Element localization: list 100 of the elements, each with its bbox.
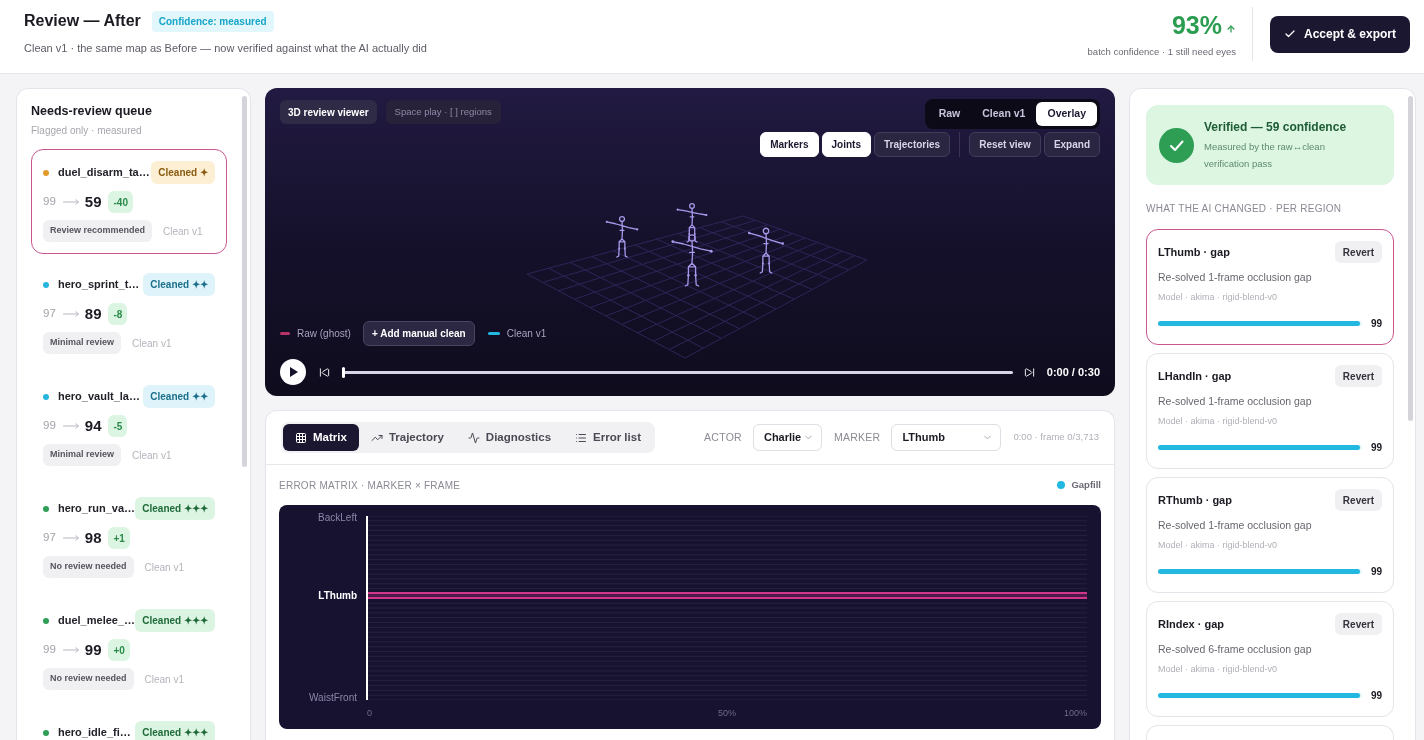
score-before: 99 xyxy=(43,642,56,658)
shortcut-hint: Space play · [ ] regions xyxy=(385,100,501,124)
queue-item[interactable]: duel_disarm_ta… Cleaned ✦ 99 59 -40 Review recommended Clean v1 xyxy=(31,149,227,254)
marker-select[interactable]: LThumb xyxy=(891,424,1002,451)
view-mode-tab[interactable]: Clean v1 xyxy=(971,102,1037,126)
confidence-score: 93% xyxy=(1171,10,1222,40)
take-name: hero_idle_fi… xyxy=(58,725,131,740)
change-description: Re-solved 1-frame occlusion gap xyxy=(1158,270,1313,285)
version-label: Clean v1 xyxy=(132,336,172,351)
take-name: hero_vault_la… xyxy=(58,389,140,405)
score-after: 99 xyxy=(84,639,102,660)
skeleton-figure xyxy=(671,234,713,287)
cleaned-badge: Cleaned ✦✦ xyxy=(143,273,215,296)
x-tick-label: 100% xyxy=(1063,707,1087,719)
model-info: Model · akima · rigid-blend-v0 xyxy=(1158,539,1279,552)
x-tick-label: 50% xyxy=(718,707,736,719)
score-delta: +1 xyxy=(108,527,130,549)
revert-button[interactable]: Revert xyxy=(1334,365,1382,387)
review-tag: Minimal review xyxy=(43,444,122,466)
verified-title: Verified — 59 confidence xyxy=(1204,118,1348,135)
play-icon xyxy=(290,367,298,377)
score-after: 89 xyxy=(84,303,102,324)
confidence-caption: batch confidence · 1 still need eyes xyxy=(1087,45,1236,58)
view-mode-tab[interactable]: Raw xyxy=(927,102,972,126)
frame-readout: 0:00 · frame 0/3,713 xyxy=(1013,430,1099,445)
legend-label: Raw (ghost) xyxy=(297,327,351,341)
add-manual-clean-button[interactable]: + Add manual clean xyxy=(362,321,475,346)
score-after: 59 xyxy=(84,191,102,212)
score-before: 99 xyxy=(43,418,56,434)
score-before: 97 xyxy=(43,306,56,322)
analysis-tab[interactable]: Trajectory xyxy=(358,424,456,451)
skip-forward-icon[interactable] xyxy=(1023,366,1035,378)
score-after: 94 xyxy=(84,415,102,436)
change-title: RThumb · gap xyxy=(1158,492,1232,508)
arrow-right-icon xyxy=(62,423,79,429)
score-after: 98 xyxy=(84,527,102,548)
confidence-value: 99 xyxy=(1370,688,1382,703)
take-name: duel_melee_… xyxy=(58,613,136,629)
revert-button[interactable]: Revert xyxy=(1334,489,1382,511)
confidence-value: 99 xyxy=(1370,316,1382,331)
cleaned-badge: Cleaned ✦✦ xyxy=(143,385,215,408)
timeline-thumb[interactable] xyxy=(342,366,345,378)
scrollbar-thumb[interactable] xyxy=(242,96,247,467)
arrow-up-icon xyxy=(1225,23,1236,34)
review-tag: No review needed xyxy=(43,556,134,578)
change-card[interactable]: LThumb · gap Revert Re-solved 1-frame occlusion gap Model · akima · rigid-blend-v0 99 xyxy=(1146,229,1394,345)
score-delta: +0 xyxy=(108,639,130,661)
confidence-badge: Confidence: measured xyxy=(151,10,274,32)
change-card[interactable]: LHandIn · gap Revert Re-solved 1-frame occlusion gap Model · akima · rigid-blend-v0 99 xyxy=(1146,353,1394,469)
take-name: hero_sprint_t… xyxy=(58,277,140,293)
row-label: WaistFront xyxy=(309,691,357,704)
actor-label: ACTOR xyxy=(704,429,742,445)
toolbar-button[interactable]: Reset view xyxy=(969,132,1041,157)
matrix-title: ERROR MATRIX · MARKER × FRAME xyxy=(279,478,461,493)
arrow-right-icon xyxy=(62,535,79,541)
toolbar-button[interactable]: Expand xyxy=(1043,132,1100,157)
arrow-right-icon xyxy=(62,199,79,205)
version-label: Clean v1 xyxy=(144,672,184,687)
change-title: LHandIn · gap xyxy=(1158,368,1232,384)
check-circle-icon xyxy=(1159,127,1194,163)
score-before: 97 xyxy=(43,530,56,546)
change-card[interactable]: RIndex · gap Revert Re-solved 6-frame occlusion gap Model · akima · rigid-blend-v0 99 xyxy=(1146,601,1394,717)
time-readout: 0:00 / 0:30 xyxy=(1046,364,1100,380)
change-card[interactable]: RThumb · gap Revert Re-solved 1-frame occlusion gap Model · akima · rigid-blend-v0 99 xyxy=(1146,477,1394,593)
confidence-value: 99 xyxy=(1370,564,1382,579)
cleaned-badge: Cleaned ✦✦✦ xyxy=(135,721,215,740)
skeleton-figure xyxy=(605,215,639,258)
layer-toggle[interactable]: Markers xyxy=(760,132,819,157)
score-delta: -5 xyxy=(108,415,128,437)
x-tick-label: 0 xyxy=(367,707,372,719)
play-button[interactable] xyxy=(280,359,306,385)
score-delta: -40 xyxy=(108,191,133,213)
revert-button[interactable]: Revert xyxy=(1334,613,1382,635)
skeleton-figure xyxy=(676,203,708,243)
confidence-value: 99 xyxy=(1370,440,1382,455)
revert-button[interactable]: Revert xyxy=(1334,241,1382,263)
verified-text: Measured by the raw↔clean verification pass xyxy=(1204,139,1326,171)
review-tag: Review recommended xyxy=(43,220,153,242)
page-title: Review — After xyxy=(24,11,141,31)
view-mode-tab[interactable]: Overlay xyxy=(1036,102,1097,126)
layer-toggle[interactable]: Joints xyxy=(821,132,871,157)
analysis-tab[interactable]: Diagnostics xyxy=(455,424,564,451)
change-description: Re-solved 6-frame occlusion gap xyxy=(1158,642,1313,657)
arrow-right-icon xyxy=(62,647,79,653)
skip-back-icon[interactable] xyxy=(319,366,330,378)
take-name: hero_run_va… xyxy=(58,501,136,517)
scrollbar-thumb[interactable] xyxy=(1408,96,1413,421)
actor-select[interactable]: Charlie xyxy=(752,424,822,451)
model-info: Model · akima · rigid-blend-v0 xyxy=(1158,415,1279,428)
accept-export-button[interactable]: Accept & export xyxy=(1269,15,1410,53)
skeleton-figure xyxy=(747,227,785,274)
legend-label: Clean v1 xyxy=(506,327,547,341)
row-label: BackLeft xyxy=(318,512,357,525)
version-label: Clean v1 xyxy=(132,448,172,463)
layer-toggle[interactable]: Trajectories xyxy=(874,132,951,157)
row-label: LThumb xyxy=(318,589,357,602)
analysis-tab[interactable]: Error list xyxy=(563,424,653,451)
viewer-title: 3D review viewer xyxy=(280,100,377,124)
analysis-tab[interactable]: Matrix xyxy=(283,424,359,451)
grid-icon xyxy=(295,431,307,444)
